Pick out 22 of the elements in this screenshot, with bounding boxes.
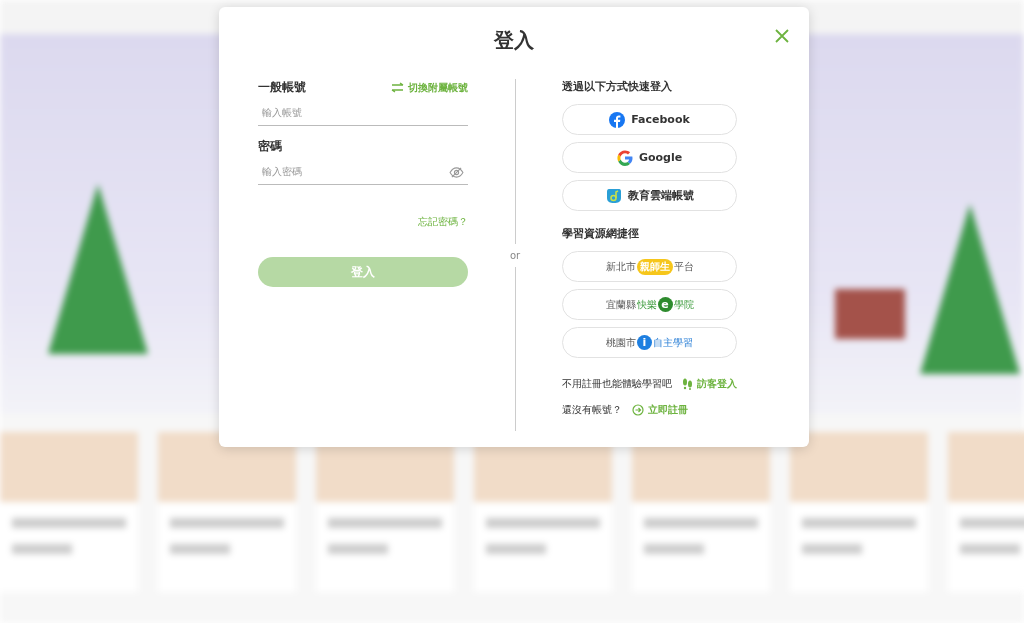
close-icon[interactable] [775,29,789,43]
arrow-circle-icon [632,404,644,416]
register-prompt-text: 還沒有帳號？ [562,403,622,417]
password-label: 密碼 [258,138,283,155]
dialog-title: 登入 [494,27,534,54]
social-login-button[interactable]: Facebook [562,104,737,135]
eye-slash-icon[interactable] [449,167,464,178]
resource-link-button[interactable]: 新北市 親師生 平台 [562,251,737,282]
facebook-icon [609,111,626,128]
resource-link-button[interactable]: 宜蘭縣快樂 e 學院 [562,289,737,320]
resource-link-button[interactable]: 桃園市 i 自主學習 [562,327,737,358]
account-label: 一般帳號 [258,79,306,96]
guest-prompt-text: 不用註冊也能體驗學習吧 [562,377,672,391]
quick-login-heading: 透過以下方式快速登入 [562,79,673,94]
social-login-button[interactable]: Google [562,142,737,173]
leaf-drop-icon [605,187,622,204]
social-login-button[interactable]: 教育雲端帳號 [562,180,737,211]
resources-heading: 學習資源網捷徑 [562,226,640,241]
swap-arrows-icon [391,82,404,93]
or-separator: or [509,248,521,263]
google-icon [616,149,633,166]
footprints-icon [682,378,693,390]
